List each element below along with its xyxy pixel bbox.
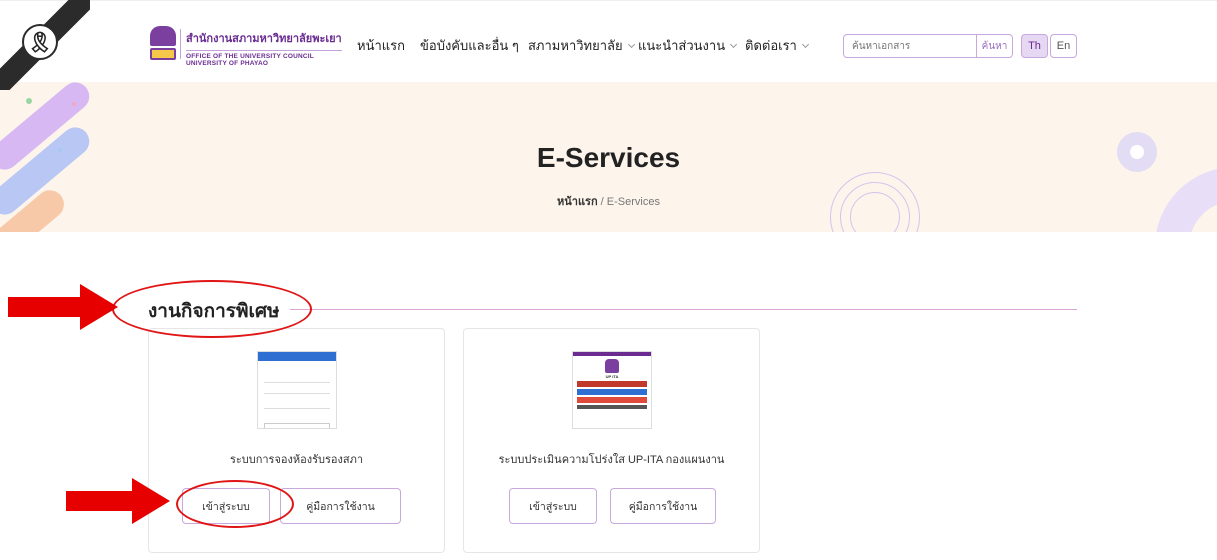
login-button[interactable]: เข้าสู่ระบบ xyxy=(509,488,597,524)
lang-en-button[interactable]: En xyxy=(1050,34,1077,58)
section-divider xyxy=(290,309,1077,310)
brand-english-line-1: OFFICE OF THE UNIVERSITY COUNCIL xyxy=(186,50,342,60)
search-form: ค้นหา xyxy=(843,34,1013,58)
card-thumbnail: UP ITA xyxy=(572,351,652,429)
annotation-ellipse-section xyxy=(112,280,312,338)
manual-button[interactable]: คู่มือการใช้งาน xyxy=(280,488,401,524)
breadcrumb: หน้าแรก / E-Services xyxy=(0,192,1217,210)
brand-thai-name: สำนักงานสภามหาวิทยาลัยพะเยา xyxy=(186,33,342,45)
nav-label: สภามหาวิทยาลัย xyxy=(528,38,623,53)
card-caption: ระบบประเมินความโปร่งใส UP-ITA กองแผนงาน xyxy=(498,454,725,466)
nav-item-council[interactable]: สภามหาวิทยาลัย xyxy=(528,35,635,56)
page-hero: E-Services หน้าแรก / E-Services xyxy=(0,82,1217,232)
nav-item-home[interactable]: หน้าแรก xyxy=(357,35,405,56)
manual-button[interactable]: คู่มือการใช้งาน xyxy=(610,488,716,524)
university-logo[interactable] xyxy=(150,26,176,60)
search-button[interactable]: ค้นหา xyxy=(976,35,1012,57)
decor-dot xyxy=(72,102,76,106)
brand-english-line-2: UNIVERSITY OF PHAYAO xyxy=(186,60,269,67)
service-card-up-ita: UP ITA ระบบประเมินความโปร่งใส UP-ITA กอง… xyxy=(463,328,760,553)
lang-th-button[interactable]: Th xyxy=(1021,34,1048,58)
annotation-arrow-icon xyxy=(66,478,170,524)
page-title: E-Services xyxy=(536,142,681,173)
up-ita-logo xyxy=(605,359,619,373)
annotation-ellipse-login xyxy=(176,480,294,528)
brand-text[interactable]: สำนักงานสภามหาวิทยาลัยพะเยา OFFICE OF TH… xyxy=(186,29,342,67)
nav-item-regulations[interactable]: ข้อบังคับและอื่น ๆ xyxy=(420,35,519,56)
breadcrumb-separator: / xyxy=(597,196,607,208)
black-ribbon-icon: 🎗 xyxy=(22,24,58,60)
search-input[interactable] xyxy=(844,35,976,57)
mourning-corner: 🎗 xyxy=(0,0,90,90)
card-caption: ระบบการจองห้องรับรองสภา xyxy=(229,454,364,466)
brand-divider xyxy=(180,29,181,59)
decor-dot xyxy=(26,98,32,104)
nav-label: หน้าแรก xyxy=(357,38,405,53)
site-header: สำนักงานสภามหาวิทยาลัยพะเยา OFFICE OF TH… xyxy=(0,0,1217,82)
thumb-title: UP ITA xyxy=(605,374,619,379)
chevron-down-icon xyxy=(801,40,809,49)
chevron-down-icon xyxy=(627,40,635,49)
nav-label: ข้อบังคับและอื่น ๆ xyxy=(420,38,519,53)
nav-item-contact[interactable]: ติดต่อเรา xyxy=(745,35,809,56)
annotation-arrow-icon xyxy=(8,284,118,330)
nav-label: แนะนำส่วนงาน xyxy=(638,38,726,53)
breadcrumb-current: E-Services xyxy=(606,196,660,208)
nav-item-departments[interactable]: แนะนำส่วนงาน xyxy=(638,35,738,56)
chevron-down-icon xyxy=(730,40,738,49)
nav-label: ติดต่อเรา xyxy=(745,38,797,53)
breadcrumb-home[interactable]: หน้าแรก xyxy=(557,196,598,208)
card-thumbnail xyxy=(257,351,337,429)
